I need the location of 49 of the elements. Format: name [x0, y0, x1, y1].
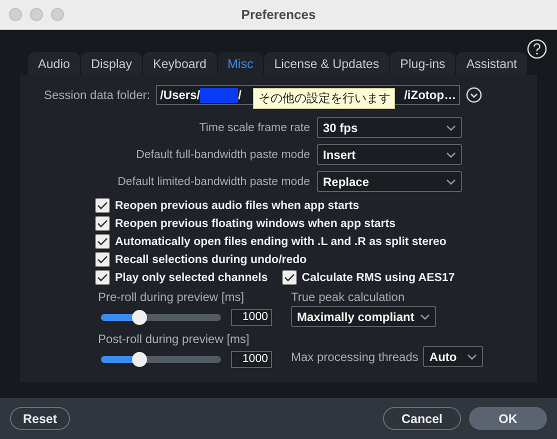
tab[interactable]: Audio [28, 52, 80, 75]
checkbox[interactable] [95, 216, 110, 231]
chevron-down-icon [420, 314, 430, 320]
tooltip: その他の設定を行います [253, 88, 396, 108]
tab[interactable]: License & Updates [264, 52, 390, 75]
help-icon[interactable] [527, 39, 547, 59]
select-label: Default full-bandwidth paste mode [135, 148, 310, 160]
dropdown[interactable]: Auto [423, 346, 484, 367]
dropdown[interactable]: Maximally compliant [291, 306, 436, 327]
select-label: Default limited-bandwidth paste mode [116, 176, 310, 188]
slider-thumb[interactable] [132, 310, 148, 324]
chevron-down-circle-icon[interactable] [466, 87, 482, 103]
checkbox[interactable] [95, 252, 110, 267]
chevron-down-icon [446, 124, 456, 130]
window-title: Preferences [241, 7, 316, 22]
checkbox[interactable] [95, 234, 110, 249]
field-label: Session data folder: [44, 88, 150, 102]
redaction-block [200, 88, 238, 102]
chevron-down-icon [446, 178, 456, 184]
tab[interactable]: Assistant [456, 52, 528, 75]
tab[interactable]: Plug-ins [390, 52, 456, 75]
tab[interactable]: Keyboard [142, 52, 216, 75]
slider-label: Post-roll during preview [ms] [98, 332, 250, 346]
checkbox-label[interactable]: Calculate RMS using AES17 [282, 270, 455, 285]
select-label: Time scale frame rate [198, 122, 310, 134]
checkbox[interactable] [95, 198, 110, 213]
dropdown[interactable]: Insert [317, 144, 462, 165]
dropdown[interactable]: 30 fps [317, 117, 462, 138]
ok-button[interactable]: OK [469, 407, 547, 430]
chevron-down-icon [467, 354, 478, 360]
checkbox-label[interactable]: Play only selected channels [95, 270, 268, 285]
checkbox[interactable] [282, 270, 297, 285]
select-label: True peak calculation [291, 290, 406, 304]
select-label: Max processing threads [291, 350, 418, 364]
dropdown[interactable]: Replace [317, 171, 462, 192]
value-field[interactable]: 1000 [231, 308, 272, 326]
slider-thumb[interactable] [132, 352, 148, 366]
slider-label: Pre-roll during preview [ms] [98, 290, 246, 304]
cancel-button[interactable]: Cancel [383, 407, 461, 430]
chevron-down-icon [446, 152, 456, 158]
checkbox[interactable] [95, 270, 110, 285]
tab[interactable]: Misc [218, 52, 264, 75]
value-field[interactable]: 1000 [231, 350, 272, 368]
checkbox-label[interactable]: Reopen previous audio files when app starts [95, 198, 537, 213]
checkbox-label[interactable]: Automatically open files ending with .L and .R as split stereo [95, 234, 537, 249]
reset-button[interactable]: Reset [10, 407, 70, 430]
tab[interactable]: Display [80, 52, 142, 75]
checkbox-label[interactable]: Reopen previous floating windows when app starts [95, 216, 537, 231]
checkbox-label[interactable]: Recall selections during undo/redo [95, 252, 537, 267]
